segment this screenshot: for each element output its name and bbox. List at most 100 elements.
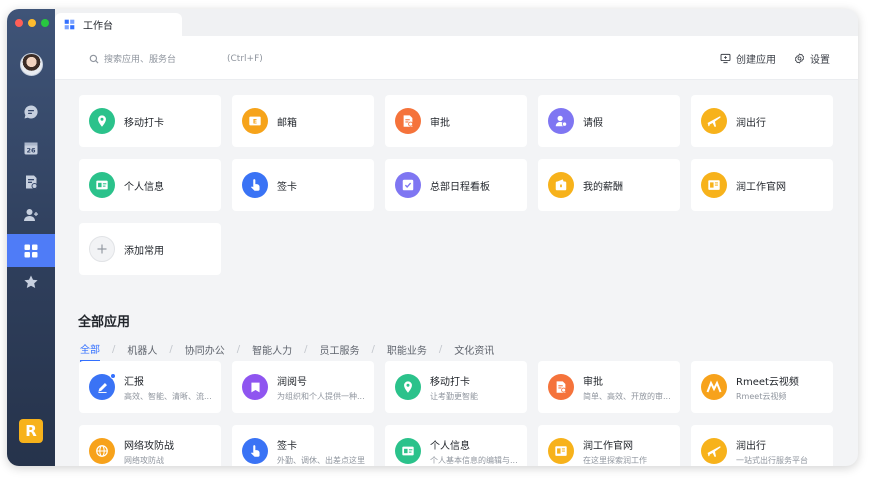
app-card[interactable]: 个人信息 个人基本信息的编辑与... xyxy=(385,425,527,466)
common-app-label: 润工作官网 xyxy=(736,181,786,193)
settings-button[interactable]: 设置 xyxy=(794,51,830,66)
workbench-content: 移动打卡 E 邮箱 审批 请假 润出行 个人信息 签卡 总部日程看板 我的薪酬 … xyxy=(55,81,858,466)
filter-tab-all[interactable]: 全部 xyxy=(80,341,100,362)
search-shortcut: (Ctrl+F) xyxy=(227,53,263,64)
mail-icon: E xyxy=(242,108,268,134)
approval-doc-icon xyxy=(26,175,38,189)
app-card[interactable]: 汇报 高效、智能、清晰、流... xyxy=(79,361,221,413)
common-app-card[interactable]: 总部日程看板 xyxy=(385,159,527,211)
app-description: 为组织和个人提供一种... xyxy=(277,391,365,401)
common-app-card[interactable]: 个人信息 xyxy=(79,159,221,211)
filter-tab-functional-business[interactable]: 职能业务 xyxy=(387,342,427,361)
app-name: 网络攻防战 xyxy=(124,440,174,452)
app-description: 个人基本信息的编辑与... xyxy=(430,455,518,465)
common-app-label: 总部日程看板 xyxy=(430,181,490,193)
plus-icon xyxy=(89,236,115,262)
common-app-card[interactable]: 润出行 xyxy=(691,95,833,147)
app-name: 润阅号 xyxy=(277,376,307,388)
search-box[interactable]: 搜索应用、服务台 (Ctrl+F) xyxy=(89,52,263,65)
app-card[interactable]: 润出行 一站式出行服务平台 xyxy=(691,425,833,466)
app-description: 一站式出行服务平台 xyxy=(736,455,808,465)
common-app-card[interactable]: 润工作官网 xyxy=(691,159,833,211)
all-apps-title: 全部应用 xyxy=(78,315,131,330)
create-app-icon xyxy=(720,53,731,64)
filter-tab-employee-service[interactable]: 员工服务 xyxy=(320,342,360,361)
app-card[interactable]: Rmeet云视频 Rmeet云视频 xyxy=(691,361,833,413)
approval-icon xyxy=(395,108,421,134)
common-app-label: 移动打卡 xyxy=(124,117,164,129)
workbench-grid-icon xyxy=(64,19,75,30)
window-controls xyxy=(15,19,49,27)
search-placeholder: 搜索应用、服务台 xyxy=(104,55,177,65)
app-card[interactable]: 移动打卡 让考勤更智能 xyxy=(385,361,527,413)
workbench-header: 搜索应用、服务台 (Ctrl+F) 创建应用 设置 xyxy=(55,36,858,80)
common-app-card[interactable]: 移动打卡 xyxy=(79,95,221,147)
filter-separator: / xyxy=(304,344,308,355)
create-app-button[interactable]: 创建应用 xyxy=(720,51,776,66)
app-name: 个人信息 xyxy=(430,440,470,452)
plane-icon xyxy=(701,438,727,464)
id-card-icon xyxy=(395,438,421,464)
location-pin-icon xyxy=(89,108,115,134)
tab-title: 工作台 xyxy=(83,21,113,32)
close-window-button[interactable] xyxy=(15,19,23,27)
contacts-icon xyxy=(24,209,38,221)
sidebar-item-calendar[interactable]: 26 xyxy=(7,134,55,162)
create-app-label: 创建应用 xyxy=(736,55,776,66)
chat-icon xyxy=(24,105,38,119)
sidebar-item-favorites[interactable] xyxy=(7,268,55,296)
tab-workbench[interactable]: 工作台 xyxy=(55,13,182,36)
filter-tab-smart-hr[interactable]: 智能人力 xyxy=(252,342,292,361)
app-description: 外勤、调休、出差点这里 xyxy=(277,455,365,465)
filter-separator: / xyxy=(169,344,173,355)
app-description: 高效、智能、清晰、流... xyxy=(124,391,212,401)
common-app-card[interactable]: 审批 xyxy=(385,95,527,147)
add-common-app-button[interactable]: 添加常用 xyxy=(79,223,221,275)
app-name: 汇报 xyxy=(124,376,144,388)
sidebar-item-workbench[interactable] xyxy=(7,234,55,267)
star-icon xyxy=(24,275,38,288)
common-app-label: 邮箱 xyxy=(277,117,297,129)
website-icon xyxy=(548,438,574,464)
filter-separator: / xyxy=(438,344,443,355)
sidebar-item-messages[interactable] xyxy=(7,98,55,126)
filter-separator: / xyxy=(236,344,241,355)
maximize-window-button[interactable] xyxy=(41,19,49,27)
filter-tab-collaboration[interactable]: 协同办公 xyxy=(185,342,225,361)
app-description: 简单、高效、开放的审... xyxy=(583,391,671,401)
sidebar-item-contacts[interactable] xyxy=(7,201,55,229)
leave-icon xyxy=(548,108,574,134)
brand-logo[interactable]: R xyxy=(19,419,43,443)
user-avatar[interactable] xyxy=(20,53,43,76)
filter-tab-culture-news[interactable]: 文化资讯 xyxy=(454,342,494,361)
common-app-card[interactable]: 签卡 xyxy=(232,159,374,211)
article-icon xyxy=(242,374,268,400)
globe-icon xyxy=(89,438,115,464)
app-name: Rmeet云视频 xyxy=(736,376,799,388)
sidebar-item-approvals[interactable] xyxy=(7,168,55,196)
app-card[interactable]: 润工作官网 在这里探索润工作 xyxy=(538,425,680,466)
filter-separator: / xyxy=(112,344,116,355)
app-description: Rmeet云视频 xyxy=(736,391,787,401)
wallet-icon xyxy=(548,172,574,198)
app-name: 润工作官网 xyxy=(583,440,633,452)
checklist-icon xyxy=(395,172,421,198)
location-pin-icon xyxy=(395,374,421,400)
common-app-card[interactable]: 我的薪酬 xyxy=(538,159,680,211)
approval-icon xyxy=(548,374,574,400)
filter-tab-robots[interactable]: 机器人 xyxy=(127,342,157,361)
common-app-card[interactable]: E 邮箱 xyxy=(232,95,374,147)
app-card[interactable]: 网络攻防战 网络攻防战 xyxy=(79,425,221,466)
app-card[interactable]: 签卡 外勤、调休、出差点这里 xyxy=(232,425,374,466)
common-app-label: 签卡 xyxy=(277,181,297,193)
workbench-grid-icon xyxy=(24,244,38,257)
app-name: 移动打卡 xyxy=(430,376,470,388)
minimize-window-button[interactable] xyxy=(28,19,36,27)
svg-text:E: E xyxy=(253,119,257,126)
common-app-card[interactable]: 请假 xyxy=(538,95,680,147)
calendar-day-label: 26 xyxy=(26,147,36,155)
app-card[interactable]: 润阅号 为组织和个人提供一种... xyxy=(232,361,374,413)
app-card[interactable]: 审批 简单、高效、开放的审... xyxy=(538,361,680,413)
common-app-label: 个人信息 xyxy=(124,181,164,193)
plane-icon xyxy=(701,108,727,134)
